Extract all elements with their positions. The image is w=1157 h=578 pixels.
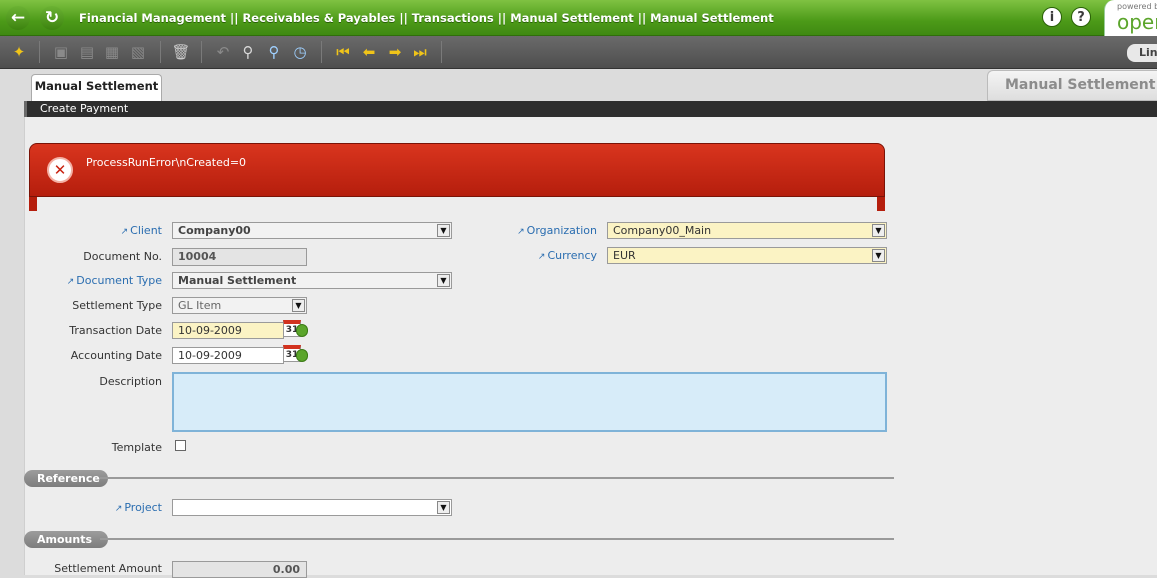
error-message-box bbox=[29, 143, 885, 197]
info-icon[interactable]: i bbox=[1042, 7, 1062, 27]
first-icon[interactable]: ⏮ bbox=[333, 42, 353, 62]
toolbar: ✦ ▣ ▤ ▦ ▧ 🗑 ↶ ⚲ ⚲ ◷ ⏮ ⬅ ➡ ⏭ bbox=[0, 36, 1157, 69]
help-icon[interactable]: ? bbox=[1071, 7, 1091, 27]
document-type-select[interactable]: Manual Settlement ▼ bbox=[172, 272, 452, 289]
settlement-type-value: GL Item bbox=[178, 299, 222, 312]
chevron-down-icon[interactable]: ▼ bbox=[437, 224, 450, 237]
template-label: Template bbox=[111, 441, 162, 454]
transaction-date-field[interactable]: 10-09-2009 bbox=[172, 322, 284, 339]
chevron-down-icon[interactable]: ▼ bbox=[437, 274, 450, 287]
accounting-date-label: Accounting Date bbox=[70, 349, 162, 362]
breadcrumb[interactable]: Financial Management || Receivables & Pa… bbox=[79, 11, 774, 25]
last-icon[interactable]: ⏭ bbox=[410, 42, 430, 62]
client-value: Company00 bbox=[178, 224, 251, 237]
top-bar: ← ↻ Financial Management || Receivables … bbox=[0, 0, 1157, 36]
error-icon: ✕ bbox=[47, 157, 73, 183]
document-type-label[interactable]: Document Type bbox=[60, 274, 162, 287]
error-message-text: ProcessRunError\nCreated=0 bbox=[86, 156, 247, 169]
section-divider bbox=[100, 538, 894, 540]
client-label[interactable]: Client bbox=[110, 224, 162, 237]
currency-select[interactable]: EUR ▼ bbox=[607, 247, 887, 264]
currency-label[interactable]: Currency bbox=[520, 249, 597, 262]
save-icon: ▦ bbox=[104, 42, 120, 61]
search-icon[interactable]: ⚲ bbox=[264, 42, 284, 62]
save-new-icon: ▧ bbox=[130, 42, 146, 61]
refresh-icon[interactable]: ↻ bbox=[40, 6, 64, 30]
audit-icon[interactable]: ◷ bbox=[290, 42, 310, 62]
window-title: Manual Settlement bbox=[987, 70, 1157, 101]
settlement-amount-label: Settlement Amount bbox=[54, 562, 162, 575]
description-textarea[interactable] bbox=[172, 372, 887, 432]
project-label[interactable]: Project bbox=[60, 501, 162, 514]
new-record-icon[interactable]: ✦ bbox=[9, 42, 29, 62]
client-select[interactable]: Company00 ▼ bbox=[172, 222, 452, 239]
undo-icon: ↶ bbox=[216, 42, 230, 61]
organization-label[interactable]: Organization bbox=[512, 224, 597, 237]
amounts-section-header[interactable]: Amounts bbox=[24, 531, 108, 548]
toolbar-separator bbox=[39, 41, 40, 63]
attach-icon[interactable]: ⚲ bbox=[238, 42, 258, 62]
accounting-date-field[interactable]: 10-09-2009 bbox=[172, 347, 284, 364]
back-arrow-icon[interactable]: ← bbox=[6, 6, 30, 30]
settlement-type-label: Settlement Type bbox=[72, 299, 162, 312]
toolbar-separator bbox=[160, 41, 161, 63]
organization-select[interactable]: Company00_Main ▼ bbox=[607, 222, 887, 239]
previous-icon[interactable]: ⬅ bbox=[359, 42, 379, 62]
toolbar-separator bbox=[201, 41, 202, 63]
chevron-down-icon[interactable]: ▼ bbox=[437, 501, 450, 514]
delete-icon[interactable]: 🗑 bbox=[171, 42, 191, 62]
settlement-amount-field: 0.00 bbox=[172, 561, 307, 578]
document-no-field: 10004 bbox=[172, 248, 307, 266]
subtab-bar: Create Payment bbox=[24, 101, 1157, 117]
toolbar-separator bbox=[321, 41, 322, 63]
brand-logo: powered b open bbox=[1104, 0, 1157, 36]
tab-row: Manual Settlement Manual Settlement bbox=[0, 69, 1157, 101]
error-box-foot-right bbox=[877, 197, 885, 211]
error-box-foot-left bbox=[29, 197, 37, 211]
next-icon[interactable]: ➡ bbox=[385, 42, 405, 62]
calendar-icon[interactable]: 31 bbox=[283, 345, 309, 364]
description-label: Description bbox=[99, 375, 162, 388]
chevron-down-icon[interactable]: ▼ bbox=[292, 299, 305, 312]
brand-name-text: open bbox=[1117, 10, 1157, 34]
link-button[interactable]: Lin bbox=[1127, 44, 1157, 62]
toolbar-separator bbox=[441, 41, 442, 63]
project-select[interactable]: ▼ bbox=[172, 499, 452, 516]
organization-value: Company00_Main bbox=[613, 224, 712, 237]
paste-icon: ▤ bbox=[79, 42, 95, 61]
transaction-date-label: Transaction Date bbox=[69, 324, 162, 337]
chevron-down-icon[interactable]: ▼ bbox=[872, 224, 885, 237]
document-no-label: Document No. bbox=[83, 250, 162, 263]
settlement-type-select[interactable]: GL Item ▼ bbox=[172, 297, 307, 314]
calendar-icon[interactable]: 31 bbox=[283, 320, 309, 339]
section-divider bbox=[100, 477, 894, 479]
template-checkbox[interactable] bbox=[175, 440, 186, 451]
document-type-value: Manual Settlement bbox=[178, 274, 297, 287]
copy-icon: ▣ bbox=[53, 42, 69, 61]
currency-value: EUR bbox=[613, 249, 636, 262]
chevron-down-icon[interactable]: ▼ bbox=[872, 249, 885, 262]
tab-manual-settlement[interactable]: Manual Settlement bbox=[31, 74, 162, 101]
subtab-create-payment[interactable]: Create Payment bbox=[40, 102, 128, 115]
reference-section-header[interactable]: Reference bbox=[24, 470, 108, 487]
